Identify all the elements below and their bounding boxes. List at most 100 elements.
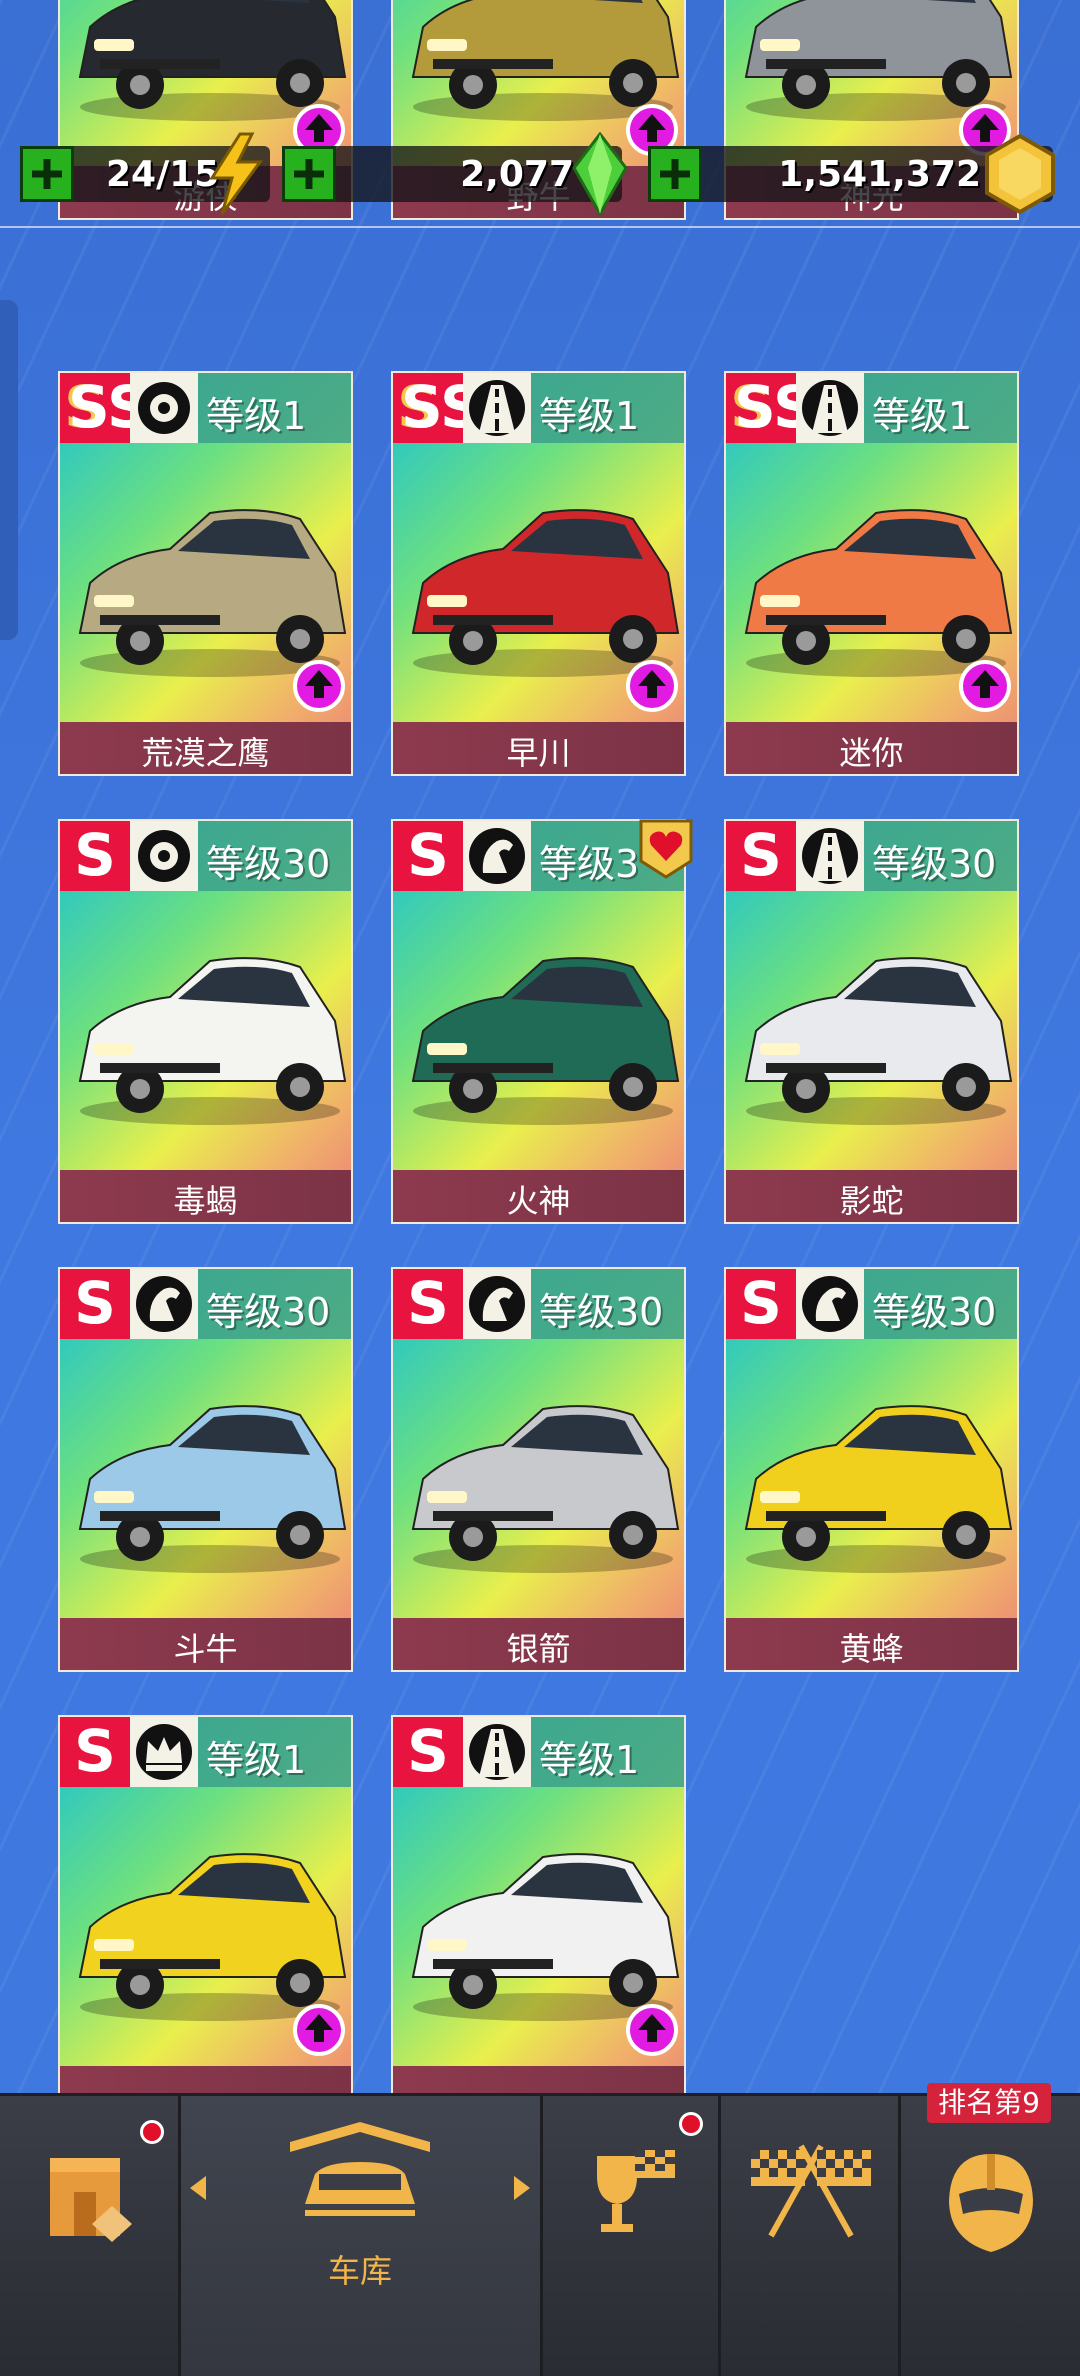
car-name-bar: 火神: [393, 1170, 684, 1222]
level-text: 等级1: [206, 1738, 307, 1782]
card-header: S SS 等级1: [393, 373, 684, 443]
car-card[interactable]: S SS 等级1 荒漠之鹰: [58, 371, 353, 776]
car-card[interactable]: S SS 等级1 迷你: [724, 371, 1019, 776]
level-text: 等级1: [872, 394, 973, 438]
nav-garage-button[interactable]: 车库: [180, 2096, 540, 2376]
shop-icon: [50, 2158, 132, 2242]
add-energy-button[interactable]: [20, 146, 74, 202]
level-banner: 等级30: [198, 821, 351, 891]
tier-text: S: [740, 821, 782, 889]
tier-badge: S: [60, 821, 130, 891]
tier-badge: S: [393, 1717, 463, 1787]
car-image: [393, 911, 684, 1131]
car-image: [393, 1359, 684, 1579]
car-card[interactable]: S 等级30 黄蜂: [724, 1267, 1019, 1672]
car-name-bar: 银箭: [393, 1618, 684, 1670]
level-text: 等级30: [872, 842, 997, 886]
upgrade-arrow-icon[interactable]: [626, 660, 678, 712]
level-banner: 等级1: [198, 1717, 351, 1787]
card-header: S 等级30: [60, 821, 351, 891]
horse-class-icon: [463, 821, 531, 891]
road-class-icon: [463, 1717, 531, 1787]
car-image: [60, 911, 351, 1131]
level-text: 等级1: [539, 1738, 640, 1782]
car-name: 斗牛: [173, 1630, 238, 1668]
tier-text: S: [407, 1717, 449, 1785]
car-name-bar: 斗牛: [60, 1618, 351, 1670]
heart-badge-icon: [637, 817, 695, 879]
upgrade-arrow-icon[interactable]: [626, 2004, 678, 2056]
car-name: 早川: [506, 734, 571, 772]
garage-prev-arrow[interactable]: [190, 2176, 206, 2200]
level-banner: 等级30: [864, 1269, 1017, 1339]
bottom-nav: 车库: [0, 2093, 1080, 2376]
tier-badge: S: [726, 821, 796, 891]
level-text: 等级1: [206, 394, 307, 438]
car-image: [726, 1359, 1017, 1579]
car-name-bar: 荒漠之鹰: [60, 722, 351, 774]
level-text: 等级1: [539, 394, 640, 438]
car-name-bar: 早川: [393, 722, 684, 774]
side-drawer-tab[interactable]: [0, 300, 18, 640]
car-name-bar: 迷你: [726, 722, 1017, 774]
nav-events-button[interactable]: [543, 2096, 718, 2376]
nav-race-button[interactable]: [721, 2096, 898, 2376]
tier-badge: S: [393, 821, 463, 891]
tier-text: S: [74, 1269, 116, 1337]
rank-badge: 排名第9: [927, 2083, 1051, 2123]
car-image: [726, 911, 1017, 1131]
car-name-bar: 影蛇: [726, 1170, 1017, 1222]
add-coins-button[interactable]: [648, 146, 702, 202]
upgrade-arrow-icon[interactable]: [293, 660, 345, 712]
upgrade-arrow-icon[interactable]: [293, 2004, 345, 2056]
level-banner: 等级30: [531, 1269, 684, 1339]
car-name: 黄蜂: [839, 1630, 904, 1668]
energy-value: 24/15: [106, 154, 220, 195]
nav-shop-button[interactable]: [0, 2096, 178, 2376]
car-card[interactable]: S 等级30 影蛇: [724, 819, 1019, 1224]
crown-class-icon: [130, 1717, 198, 1787]
level-banner: 等级1: [864, 373, 1017, 443]
car-card[interactable]: S 等级30 斗牛: [58, 1267, 353, 1672]
car-name: 毒蝎: [173, 1182, 238, 1220]
car-name: 银箭: [506, 1630, 571, 1668]
horse-class-icon: [463, 1269, 531, 1339]
car-name: 迷你: [839, 734, 904, 772]
road-class-icon: [463, 373, 531, 443]
level-banner: 等级30: [864, 821, 1017, 891]
car-card[interactable]: S 等级1: [58, 1715, 353, 2120]
tier-badge: S: [60, 1269, 130, 1339]
car-card[interactable]: S 等级1: [391, 1715, 686, 2120]
energy-counter: 24/15: [20, 132, 270, 215]
card-header: S 等级30: [393, 1269, 684, 1339]
tier-text: S: [74, 821, 116, 889]
topbar-divider: [0, 226, 1080, 228]
car-card[interactable]: S 等级30 银箭: [391, 1267, 686, 1672]
level-text: 等级30: [539, 1290, 664, 1334]
level-banner: 等级1: [198, 373, 351, 443]
car-card[interactable]: S SS 等级1 早川: [391, 371, 686, 776]
nav-profile-button[interactable]: [901, 2096, 1080, 2376]
gem-icon: [572, 132, 628, 216]
gems-counter: 2,077: [282, 132, 628, 216]
tier-text: S: [407, 821, 449, 889]
tier-badge: S: [726, 1269, 796, 1339]
currency-bar: 24/15 2,077 1,541,372: [0, 132, 1080, 226]
card-header: S 等级1: [393, 1717, 684, 1787]
checkered-flags-icon: [751, 2144, 871, 2238]
car-card[interactable]: S 等级30 毒蝎: [58, 819, 353, 1224]
upgrade-arrow-icon[interactable]: [959, 660, 1011, 712]
tier-text: SS: [734, 373, 815, 441]
garage-next-arrow[interactable]: [514, 2176, 530, 2200]
car-name-bar: 毒蝎: [60, 1170, 351, 1222]
car-name-bar: 黄蜂: [726, 1618, 1017, 1670]
card-header: S SS 等级1: [60, 373, 351, 443]
tier-text: SS: [401, 373, 482, 441]
car-name: 影蛇: [839, 1182, 904, 1220]
tier-text: S: [74, 1717, 116, 1785]
tier-badge: S: [393, 1269, 463, 1339]
garage-car-icon: [290, 2122, 430, 2216]
add-gems-button[interactable]: [282, 146, 336, 202]
garage-label: 车库: [327, 2252, 392, 2290]
car-card[interactable]: S 等级3 火神: [391, 819, 686, 1224]
